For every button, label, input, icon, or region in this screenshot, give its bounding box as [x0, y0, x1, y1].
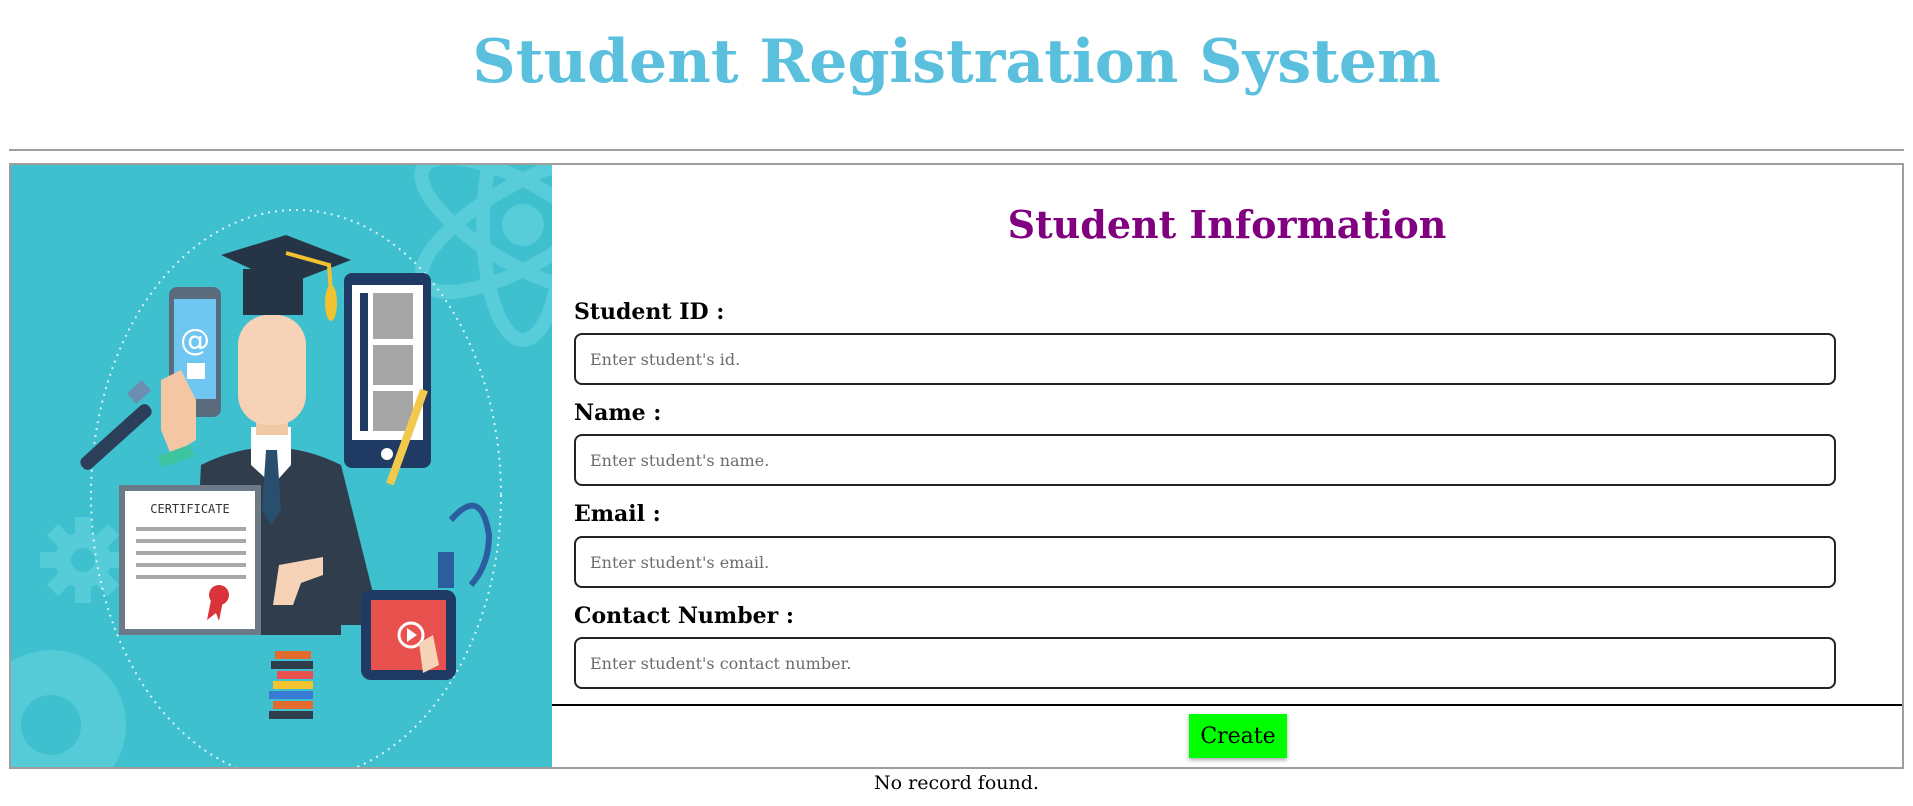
- name-input[interactable]: [574, 434, 1836, 486]
- tablet-icon: [344, 273, 431, 468]
- svg-text:@: @: [180, 323, 210, 358]
- name-label: Name :: [574, 400, 662, 426]
- contact-number-input[interactable]: [574, 637, 1836, 689]
- books-icon: [269, 651, 313, 719]
- video-tablet-icon: [361, 590, 456, 680]
- page-title: Student Registration System: [472, 27, 1441, 97]
- registration-panel: @ CERTIFICATE Student Information Studen…: [9, 163, 1904, 769]
- student-form: Student Information Student ID : Name : …: [552, 165, 1902, 767]
- contact-number-label: Contact Number :: [574, 603, 794, 629]
- student-id-label: Student ID :: [574, 299, 725, 325]
- email-label: Email :: [574, 501, 661, 527]
- create-button[interactable]: Create: [1189, 714, 1287, 758]
- graduate-illustration: @ CERTIFICATE: [11, 165, 552, 767]
- gear-icon: [40, 517, 126, 603]
- header-divider: [9, 149, 1904, 151]
- student-id-input[interactable]: [574, 333, 1836, 385]
- certificate-icon: CERTIFICATE: [119, 485, 261, 635]
- status-message: No record found.: [874, 772, 1039, 794]
- svg-text:CERTIFICATE: CERTIFICATE: [150, 502, 229, 516]
- form-title: Student Information: [1007, 202, 1447, 247]
- form-divider: [552, 704, 1902, 706]
- email-input[interactable]: [574, 536, 1836, 588]
